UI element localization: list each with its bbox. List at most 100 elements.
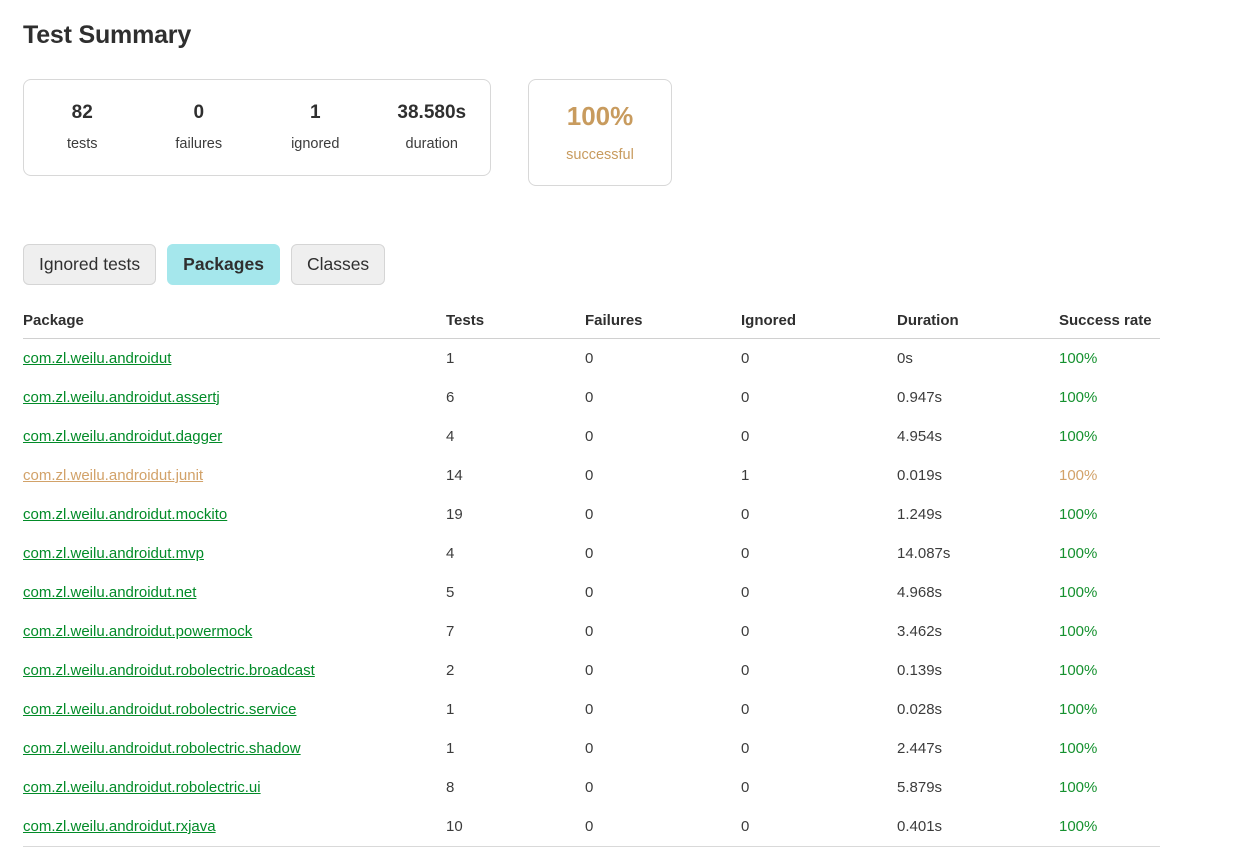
tab-bar: Ignored tests Packages Classes	[23, 244, 1242, 285]
table-row: com.zl.weilu.androidut.powermock 7 0 0 3.462…	[23, 612, 1160, 651]
table-row: com.zl.weilu.androidut.dagger 4 0 0 4.954s 10…	[23, 417, 1160, 456]
cell-failures: 0	[585, 584, 594, 601]
counter-tests: 82 tests	[24, 101, 141, 154]
table-row: com.zl.weilu.androidut.robolectric.ui 8 0 0…	[23, 768, 1160, 807]
table-header-row: Package Tests Failures Ignored Duration …	[23, 311, 1160, 339]
cell-failures: 0	[585, 389, 594, 406]
cell-success-rate: 100%	[1059, 545, 1098, 562]
success-rate-card: 100% successful	[528, 79, 672, 186]
package-link[interactable]: com.zl.weilu.androidut	[23, 350, 171, 367]
cell-tests: 4	[446, 545, 455, 562]
cell-duration: 0.947s	[897, 389, 943, 406]
cell-ignored: 0	[741, 623, 750, 640]
column-header-success-rate[interactable]: Success rate	[1059, 311, 1160, 339]
cell-package: com.zl.weilu.androidut	[23, 339, 446, 379]
package-link[interactable]: com.zl.weilu.androidut.powermock	[23, 623, 252, 640]
cell-failures: 0	[585, 428, 594, 445]
package-link[interactable]: com.zl.weilu.androidut.assertj	[23, 389, 220, 406]
table-row: com.zl.weilu.androidut.junit 14 0 1 0.019s 10…	[23, 456, 1160, 495]
column-header-package[interactable]: Package	[23, 311, 446, 339]
cell-duration: 2.447s	[897, 740, 943, 757]
cell-duration: 4.968s	[897, 584, 943, 601]
tab-ignored-tests[interactable]: Ignored tests	[23, 244, 157, 285]
table-row: com.zl.weilu.androidut.assertj 6 0 0 0.947s 1…	[23, 378, 1160, 417]
cell-package: com.zl.weilu.androidut.robolectric.shado…	[23, 729, 446, 768]
cell-success-rate: 100%	[1059, 623, 1098, 640]
table-row: com.zl.weilu.androidut.robolectric.servi…	[23, 690, 1160, 729]
cell-tests: 1	[446, 701, 455, 718]
counter-failures-label: failures	[175, 136, 223, 152]
cell-success-rate: 100%	[1059, 662, 1098, 679]
cell-failures: 0	[585, 545, 594, 562]
cell-success-rate: 100%	[1059, 350, 1098, 367]
cell-package: com.zl.weilu.androidut.junit	[23, 456, 446, 495]
package-link[interactable]: com.zl.weilu.androidut.robolectric.servi…	[23, 701, 296, 718]
cell-package: com.zl.weilu.androidut.net	[23, 573, 446, 612]
cell-failures: 0	[585, 740, 594, 757]
counter-ignored: 1 ignored	[257, 101, 374, 154]
package-link[interactable]: com.zl.weilu.androidut.junit	[23, 467, 203, 484]
cell-duration: 0.019s	[897, 467, 943, 484]
success-rate-value: 100%	[566, 100, 634, 131]
cell-tests: 6	[446, 389, 455, 406]
package-link[interactable]: com.zl.weilu.androidut.robolectric.shado…	[23, 740, 301, 757]
package-link[interactable]: com.zl.weilu.androidut.robolectric.ui	[23, 779, 261, 796]
packages-table-container: Package Tests Failures Ignored Duration …	[23, 311, 1160, 847]
cell-success-rate: 100%	[1059, 740, 1098, 757]
package-link[interactable]: com.zl.weilu.androidut.dagger	[23, 428, 222, 445]
cell-package: com.zl.weilu.androidut.robolectric.servi…	[23, 690, 446, 729]
cell-tests: 4	[446, 428, 455, 445]
cell-duration: 5.879s	[897, 779, 943, 796]
tab-classes[interactable]: Classes	[290, 244, 386, 285]
package-link[interactable]: com.zl.weilu.androidut.rxjava	[23, 818, 216, 835]
cell-failures: 0	[585, 467, 594, 484]
cell-failures: 0	[585, 350, 594, 367]
cell-ignored: 0	[741, 350, 750, 367]
column-header-failures[interactable]: Failures	[585, 311, 741, 339]
counter-failures-value: 0	[193, 102, 205, 123]
cell-duration: 1.249s	[897, 506, 943, 523]
cell-tests: 7	[446, 623, 455, 640]
cell-package: com.zl.weilu.androidut.mvp	[23, 534, 446, 573]
cell-ignored: 1	[741, 467, 750, 484]
table-row: com.zl.weilu.androidut 1 0 0 0s 100%	[23, 339, 1160, 379]
package-link[interactable]: com.zl.weilu.androidut.mockito	[23, 506, 227, 523]
cell-ignored: 0	[741, 428, 750, 445]
cell-failures: 0	[585, 662, 594, 679]
package-link[interactable]: com.zl.weilu.androidut.mvp	[23, 545, 204, 562]
table-body: com.zl.weilu.androidut 1 0 0 0s 100% com.zl.we…	[23, 339, 1160, 847]
table-row: com.zl.weilu.androidut.mockito 19 0 0 1.249s…	[23, 495, 1160, 534]
cell-ignored: 0	[741, 389, 750, 406]
cell-duration: 4.954s	[897, 428, 943, 445]
table-row: com.zl.weilu.androidut.robolectric.shado…	[23, 729, 1160, 768]
package-link[interactable]: com.zl.weilu.androidut.robolectric.broad…	[23, 662, 315, 679]
cell-tests: 8	[446, 779, 455, 796]
package-link[interactable]: com.zl.weilu.androidut.net	[23, 584, 196, 601]
cell-success-rate: 100%	[1059, 779, 1098, 796]
column-header-duration[interactable]: Duration	[897, 311, 1059, 339]
cell-success-rate: 100%	[1059, 584, 1098, 601]
cell-tests: 1	[446, 350, 455, 367]
cell-ignored: 0	[741, 545, 750, 562]
cell-ignored: 0	[741, 506, 750, 523]
column-header-ignored[interactable]: Ignored	[741, 311, 897, 339]
cell-success-rate: 100%	[1059, 428, 1098, 445]
column-header-tests[interactable]: Tests	[446, 311, 585, 339]
packages-table: Package Tests Failures Ignored Duration …	[23, 311, 1160, 847]
cell-success-rate: 100%	[1059, 701, 1098, 718]
table-row: com.zl.weilu.androidut.robolectric.broad…	[23, 651, 1160, 690]
cell-success-rate: 100%	[1059, 389, 1098, 406]
cell-package: com.zl.weilu.androidut.mockito	[23, 495, 446, 534]
counter-duration-value: 38.580s	[397, 102, 467, 123]
cell-tests: 5	[446, 584, 455, 601]
cell-package: com.zl.weilu.androidut.robolectric.broad…	[23, 651, 446, 690]
cell-duration: 14.087s	[897, 545, 951, 562]
cell-ignored: 0	[741, 584, 750, 601]
counter-duration-label: duration	[405, 136, 458, 152]
cell-tests: 2	[446, 662, 455, 679]
tab-packages[interactable]: Packages	[167, 244, 280, 285]
counter-ignored-value: 1	[309, 102, 321, 123]
cell-duration: 0s	[897, 350, 913, 367]
cell-failures: 0	[585, 506, 594, 523]
cell-tests: 1	[446, 740, 455, 757]
